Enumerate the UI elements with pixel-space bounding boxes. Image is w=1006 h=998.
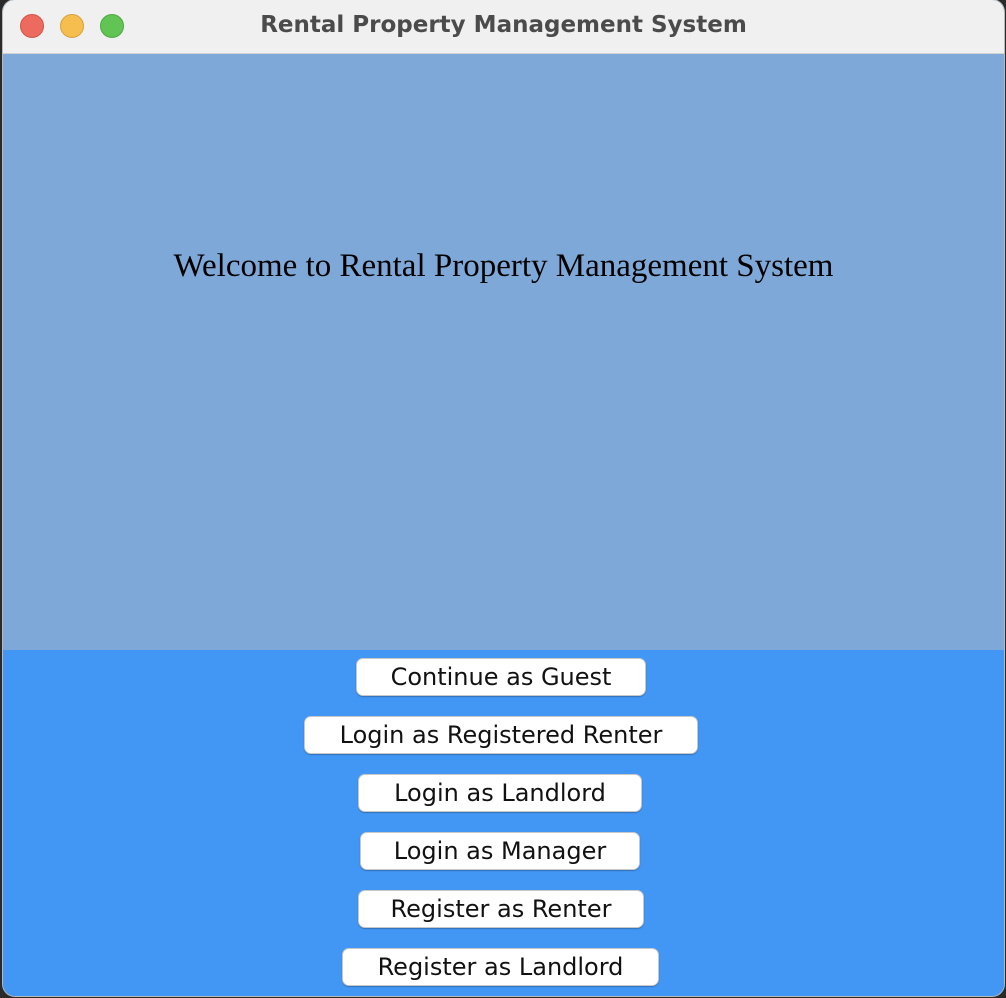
login-landlord-button[interactable]: Login as Landlord (358, 774, 642, 812)
welcome-panel: Welcome to Rental Property Management Sy… (3, 54, 1004, 650)
register-landlord-button[interactable]: Register as Landlord (342, 948, 659, 986)
button-panel: Continue as Guest Login as Registered Re… (3, 650, 1004, 996)
register-renter-button[interactable]: Register as Renter (358, 890, 644, 928)
login-registered-renter-button[interactable]: Login as Registered Renter (304, 716, 698, 754)
title-bar[interactable]: Rental Property Management System (3, 0, 1004, 54)
window-title: Rental Property Management System (260, 12, 747, 38)
app-window: Rental Property Management System Welcom… (3, 0, 1004, 996)
login-manager-button[interactable]: Login as Manager (360, 832, 640, 870)
continue-as-guest-button[interactable]: Continue as Guest (356, 658, 646, 696)
welcome-heading: Welcome to Rental Property Management Sy… (173, 248, 834, 284)
